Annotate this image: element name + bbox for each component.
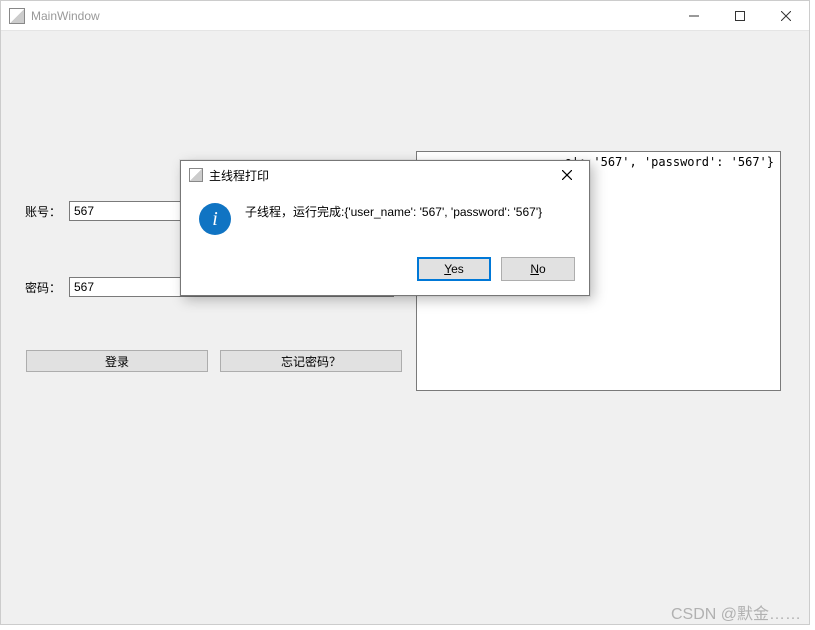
dialog-close-button[interactable] bbox=[545, 161, 589, 189]
dialog-titlebar: 主线程打印 bbox=[181, 161, 589, 189]
dialog-body: i 子线程，运行完成:{'user_name': '567', 'passwor… bbox=[181, 189, 589, 235]
yes-button[interactable]: Yes bbox=[417, 257, 491, 281]
button-row: 登录 忘记密码？ bbox=[26, 350, 402, 372]
window-title: MainWindow bbox=[31, 9, 100, 23]
password-label: 密码： bbox=[25, 279, 69, 296]
login-button[interactable]: 登录 bbox=[26, 350, 208, 372]
dialog-button-row: Yes No bbox=[181, 235, 589, 295]
close-button[interactable] bbox=[763, 1, 809, 31]
dialog-title: 主线程打印 bbox=[209, 167, 269, 184]
client-area: 账号： 密码： 登录 忘记密码？ e': '567', 'password': … bbox=[1, 31, 809, 624]
main-titlebar: MainWindow bbox=[1, 1, 809, 31]
no-button[interactable]: No bbox=[501, 257, 575, 281]
message-dialog: 主线程打印 i 子线程，运行完成:{'user_name': '567', 'p… bbox=[180, 160, 590, 296]
account-label: 账号： bbox=[25, 203, 69, 220]
main-window: MainWindow 账号： 密码： 登录 忘记密码？ e': '567', '… bbox=[0, 0, 810, 625]
app-icon bbox=[9, 8, 25, 24]
dialog-app-icon bbox=[189, 168, 203, 182]
maximize-button[interactable] bbox=[717, 1, 763, 31]
info-icon: i bbox=[199, 203, 231, 235]
minimize-button[interactable] bbox=[671, 1, 717, 31]
dialog-message: 子线程，运行完成:{'user_name': '567', 'password'… bbox=[245, 201, 542, 220]
forgot-password-button[interactable]: 忘记密码？ bbox=[220, 350, 402, 372]
